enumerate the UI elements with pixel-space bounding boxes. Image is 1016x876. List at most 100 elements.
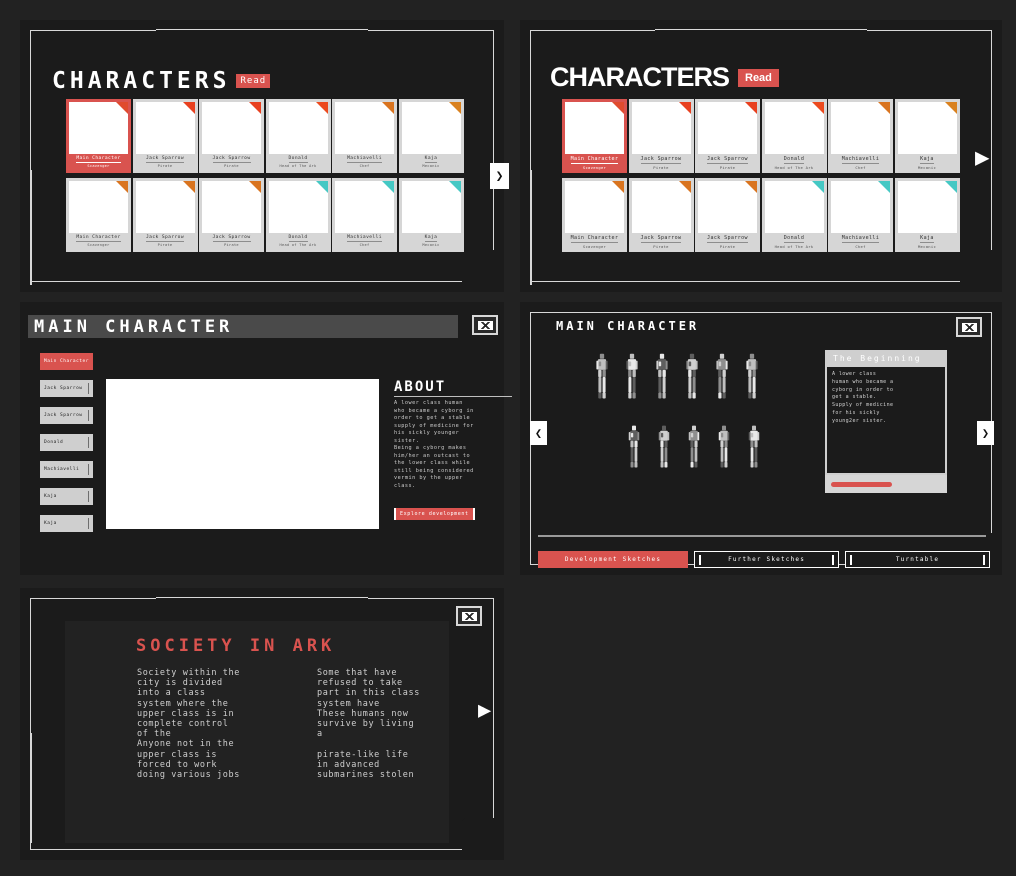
character-sketch-figure — [680, 352, 704, 414]
next-page-button[interactable]: ❯ — [490, 163, 509, 189]
sidebar-item-kaja[interactable]: Kaja — [40, 515, 93, 532]
next-page-button[interactable]: ▶ — [478, 700, 491, 722]
card-character-name: Jack Sparrow — [707, 234, 748, 243]
card-corner-flag — [448, 180, 461, 193]
character-card[interactable]: Donald Head of The Ark — [265, 177, 331, 252]
sidebar-item-jack-sparrow[interactable]: Jack Sparrow — [40, 380, 93, 397]
character-sketch-figure — [710, 352, 734, 414]
mail-button[interactable] — [456, 606, 482, 626]
sidebar-item-donald[interactable]: Donald — [40, 434, 93, 451]
beginning-progress-fill — [831, 481, 892, 487]
card-corner-flag — [678, 180, 691, 193]
card-character-role: Pirate — [157, 164, 173, 168]
society-column-left: Society within the city is divided into … — [137, 668, 240, 780]
card-character-role: Scavenger — [87, 164, 110, 168]
sidebar-item-machiavelli[interactable]: Machiavelli — [40, 461, 93, 478]
character-card[interactable]: Main Character Scavenger — [66, 99, 131, 173]
character-card[interactable]: Machiavelli Chef — [332, 99, 397, 173]
character-card[interactable]: Kaja Mecanic — [398, 177, 464, 252]
tab-development-sketches[interactable]: Development Sketches — [538, 551, 689, 568]
character-card[interactable]: Main Character Scavenger — [66, 177, 131, 252]
page-title: CHARACTERS — [550, 62, 730, 92]
character-card[interactable]: Main Character Scavenger — [562, 99, 627, 173]
sidebar-item-kaja[interactable]: Kaja — [40, 488, 93, 505]
card-corner-flag — [182, 180, 195, 193]
card-character-name: Donald — [288, 234, 308, 242]
character-card[interactable]: Jack Sparrow Pirate — [199, 177, 264, 252]
about-title: ABOUT — [394, 379, 512, 397]
card-corner-flag — [678, 102, 691, 114]
chevron-left-icon: ❮ — [534, 426, 543, 440]
character-sketch-figure — [620, 352, 644, 414]
read-badge[interactable]: Read — [236, 74, 271, 88]
characters-title-row: CHARACTERS Read — [52, 68, 271, 94]
card-corner-flag — [811, 102, 824, 114]
card-character-role: Head of The Ark — [279, 164, 317, 168]
character-sketch-figure — [652, 424, 676, 482]
character-card-grid: Main Character Scavenger Jack Sparrow Pirat… — [66, 99, 464, 253]
character-card[interactable]: Jack Sparrow Pirate — [695, 177, 760, 252]
card-corner-flag — [382, 102, 394, 114]
character-card[interactable]: Kaja Mecanic — [894, 177, 960, 252]
beginning-title: The Beginning — [825, 350, 947, 367]
mail-button[interactable] — [956, 317, 982, 337]
card-corner-flag — [182, 102, 195, 114]
card-corner-flag — [382, 180, 394, 193]
character-card[interactable]: Donald Head of The Ark — [761, 99, 827, 173]
frame-left-accent — [30, 170, 32, 285]
character-sketch-figure — [590, 352, 614, 414]
read-badge[interactable]: Read — [738, 68, 779, 87]
card-corner-flag — [878, 180, 890, 193]
card-character-name: Machiavelli — [347, 156, 382, 163]
mail-icon — [461, 611, 477, 621]
character-card[interactable]: Jack Sparrow Pirate — [132, 99, 198, 173]
character-card[interactable]: Machiavelli Chef — [332, 177, 397, 252]
character-card-grid: Main Character Scavenger Jack Sparrow Pirat… — [562, 99, 960, 253]
card-corner-flag — [944, 102, 957, 114]
page-title: MAIN CHARACTER — [556, 319, 700, 333]
character-card[interactable]: Donald Head of The Ark — [761, 177, 827, 252]
card-character-role: Scavenger — [582, 165, 607, 170]
character-card[interactable]: Jack Sparrow Pirate — [628, 99, 694, 173]
sidebar-item-main-character[interactable]: Main Character — [40, 353, 93, 370]
frame-corner-cut — [960, 250, 994, 284]
character-card[interactable]: Jack Sparrow Pirate — [628, 177, 694, 252]
mail-button[interactable] — [472, 315, 498, 335]
explore-development-button[interactable]: Explore development — [394, 508, 475, 520]
divider — [538, 535, 986, 537]
card-character-role: Scavenger — [87, 242, 110, 247]
tab-turntable[interactable]: Turntable — [845, 551, 990, 568]
character-card[interactable]: Jack Sparrow Pirate — [199, 99, 264, 173]
triangle-right-icon: ▶ — [478, 698, 492, 723]
card-character-role: Head of The Ark — [774, 243, 814, 249]
card-character-name: Jack Sparrow — [640, 234, 682, 243]
card-character-name: Main Character — [570, 234, 619, 243]
character-card[interactable]: Kaja Mecanic — [398, 99, 464, 173]
character-card[interactable]: Machiavelli Chef — [828, 177, 893, 252]
card-character-name: Donald — [783, 156, 805, 164]
beginning-progress-track[interactable] — [825, 475, 947, 493]
prev-page-button[interactable]: ❮ — [530, 421, 547, 445]
card-character-name: Machiavelli — [841, 234, 880, 243]
character-card[interactable]: Kaja Mecanic — [894, 99, 960, 173]
next-page-button[interactable]: ❯ — [977, 421, 994, 445]
character-artwork — [106, 379, 379, 529]
character-card[interactable]: Main Character Scavenger — [562, 177, 627, 252]
character-card[interactable]: Jack Sparrow Pirate — [695, 99, 760, 173]
card-character-name: Main Character — [570, 156, 619, 164]
card-character-name: Kaja — [920, 234, 934, 243]
tab-further-sketches[interactable]: Further Sketches — [694, 551, 840, 568]
character-card[interactable]: Machiavelli Chef — [828, 99, 893, 173]
card-character-role: Chef — [855, 165, 866, 170]
sidebar-item-jack-sparrow[interactable]: Jack Sparrow — [40, 407, 93, 424]
card-character-name: Kaja — [920, 156, 934, 164]
character-card[interactable]: Jack Sparrow Pirate — [132, 177, 198, 252]
character-card[interactable]: Donald Head of The Ark — [265, 99, 331, 173]
character-sidebar: Main Character Jack Sparrow Jack Sparrow Do… — [40, 353, 93, 542]
chevron-right-icon: ❯ — [981, 426, 990, 440]
card-corner-flag — [116, 102, 128, 114]
panel-society: SOCIETY IN ARK Society within the city i… — [20, 588, 504, 860]
card-corner-flag — [811, 180, 824, 193]
sketch-tabbar: Development Sketches Further Sketches Turn… — [538, 551, 990, 568]
next-page-button[interactable]: ▶ — [975, 145, 989, 169]
